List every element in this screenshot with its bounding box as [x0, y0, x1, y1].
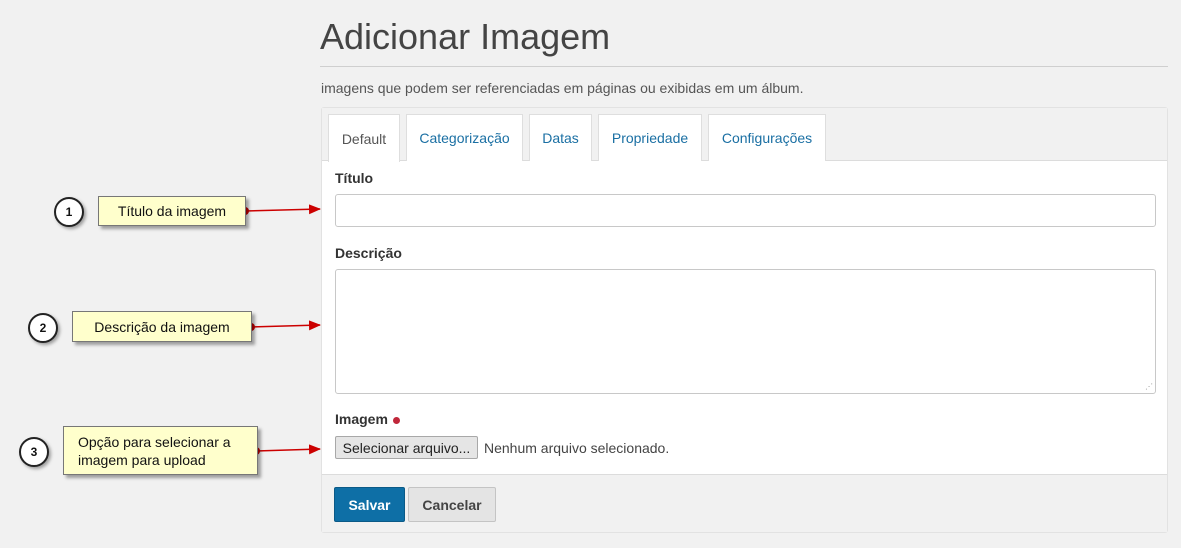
callout-arrow-2 — [247, 320, 321, 331]
callout-arrow-3 — [252, 444, 321, 455]
callout-number-3: 3 — [19, 437, 49, 467]
callout-arrow-1 — [241, 204, 321, 215]
callout-number-1: 1 — [54, 197, 84, 227]
callout-box-3: Opção para selecionar a imagem para uplo… — [63, 426, 258, 475]
callout-box-2: Descrição da imagem — [72, 311, 252, 342]
callout-number-2: 2 — [28, 313, 58, 343]
callout-box-1: Título da imagem — [98, 196, 246, 226]
